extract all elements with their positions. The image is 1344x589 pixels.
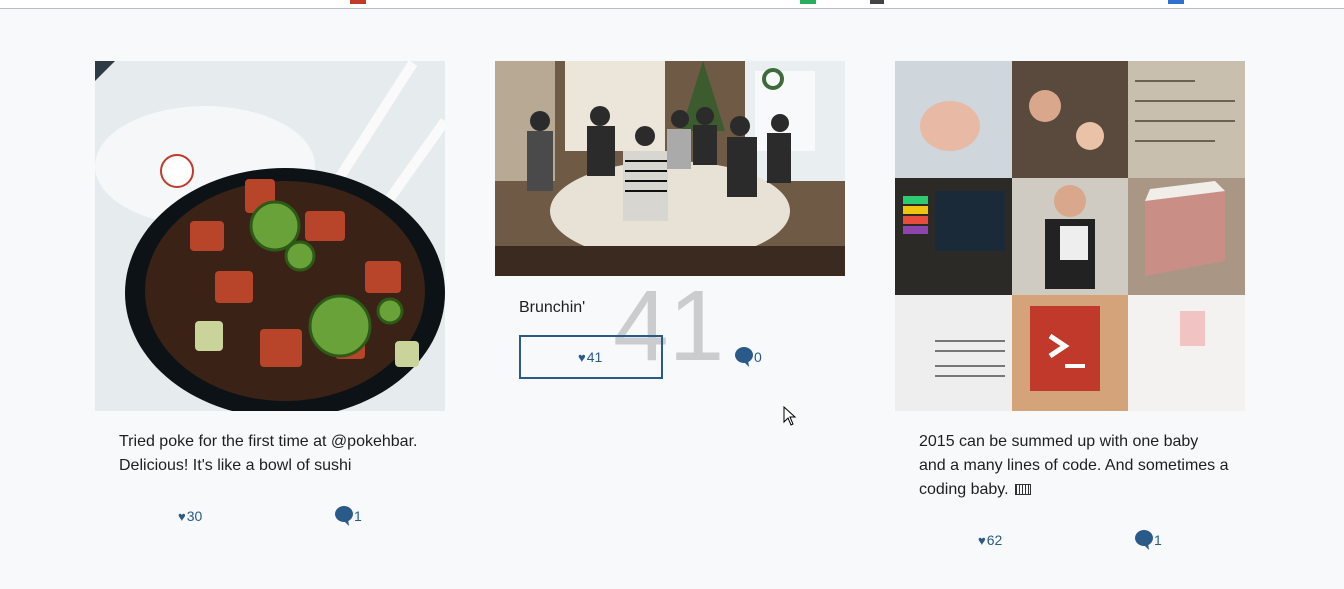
- comment-count: 1: [354, 508, 362, 524]
- bookmark-favicon: [870, 0, 884, 4]
- post-caption-text: 2015 can be summed up with one baby and …: [919, 433, 1229, 498]
- comment-button[interactable]: 1: [335, 506, 362, 526]
- like-count: 30: [186, 508, 203, 524]
- bookmark-favicon: [1168, 0, 1184, 4]
- speech-bubble-icon: [1135, 530, 1153, 550]
- heart-icon: ♥: [578, 349, 586, 365]
- mouse-cursor-icon: [783, 406, 797, 426]
- comment-button[interactable]: 1: [1135, 530, 1162, 550]
- post-photo[interactable]: [95, 61, 445, 411]
- post-photo[interactable]: [895, 61, 1245, 411]
- speech-bubble-icon: [335, 506, 353, 526]
- post-card: Tried poke for the first time at @pokehb…: [95, 61, 445, 526]
- comment-button[interactable]: 0: [735, 347, 762, 367]
- post-caption: Brunchin': [519, 299, 586, 316]
- post-photo[interactable]: [495, 61, 845, 276]
- post-card: 41 Brunchin' ♥ 41 0: [495, 61, 845, 379]
- keyboard-emoji-icon: [1015, 484, 1031, 496]
- post-caption: Tried poke for the first time at @pokehb…: [119, 433, 418, 474]
- heart-icon: ♥: [978, 532, 986, 548]
- post-card: 2015 can be summed up with one baby and …: [895, 61, 1245, 550]
- like-button[interactable]: ♥ 41: [578, 347, 602, 367]
- like-count: 41: [586, 349, 603, 365]
- speech-bubble-icon: [735, 347, 753, 367]
- post-caption: 2015 can be summed up with one baby and …: [919, 430, 1229, 502]
- comment-count: 1: [1154, 532, 1162, 548]
- comment-count: 0: [754, 349, 762, 365]
- like-button[interactable]: ♥ 30: [178, 506, 202, 526]
- like-count: 62: [986, 532, 1003, 548]
- heart-icon: ♥: [178, 508, 186, 524]
- browser-bookmarks-bar-edge: [0, 0, 1344, 9]
- bookmark-favicon: [800, 0, 816, 4]
- bookmark-favicon: [350, 0, 366, 4]
- like-button[interactable]: ♥ 62: [978, 530, 1002, 550]
